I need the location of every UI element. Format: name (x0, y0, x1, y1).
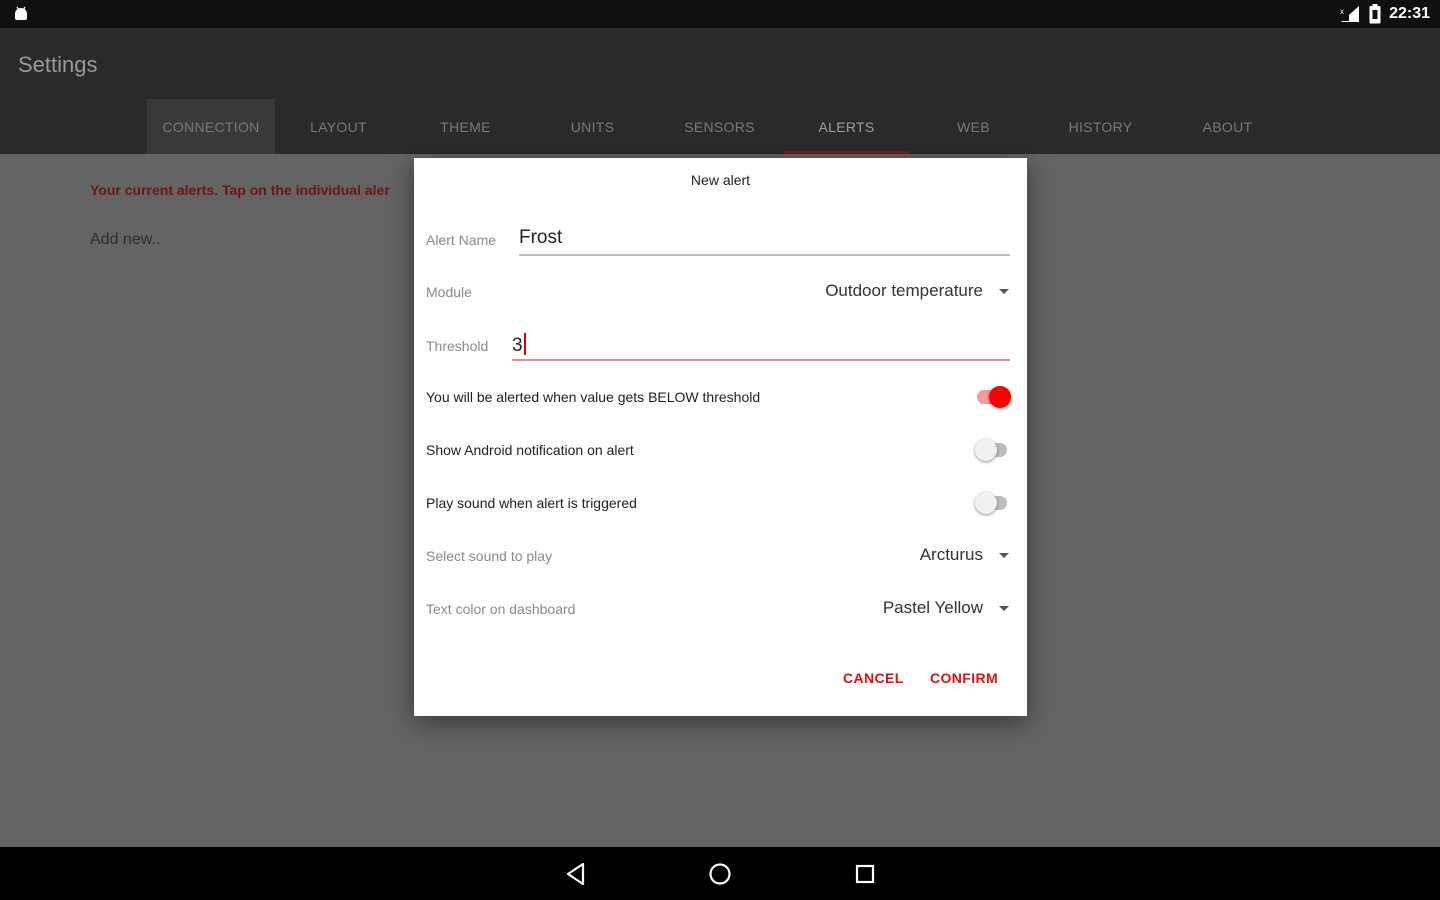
sound-value: Arcturus (919, 545, 983, 564)
text-cursor (523, 333, 526, 355)
android-icon (15, 6, 27, 20)
tab-connection[interactable]: CONNECTION (147, 99, 275, 154)
text-color-select[interactable]: Pastel Yellow (883, 598, 1009, 618)
signal-icon: x (1340, 6, 1360, 22)
tab-alerts[interactable]: ALERTS (783, 99, 910, 154)
new-alert-dialog: New alert Alert Name Frost Module Outdoo… (414, 158, 1027, 716)
text-color-value: Pastel Yellow (882, 598, 983, 617)
tab-about[interactable]: ABOUT (1164, 99, 1291, 154)
app-bar: Settings CONNECTION LAYOUT THEME UNITS S… (0, 28, 1440, 154)
battery-icon (1369, 4, 1381, 24)
select-sound-label: Select sound to play (426, 548, 553, 564)
module-select[interactable]: Outdoor temperature (825, 281, 1009, 301)
module-label: Module (426, 284, 472, 300)
below-threshold-switch[interactable] (975, 385, 1011, 409)
below-threshold-label: You will be alerted when value gets BELO… (426, 389, 761, 405)
tab-history[interactable]: HISTORY (1037, 99, 1164, 154)
navigation-bar (0, 847, 1440, 900)
tab-bar: CONNECTION LAYOUT THEME UNITS SENSORS AL… (147, 99, 1291, 154)
chevron-down-icon (999, 552, 1009, 558)
svg-text:x: x (1340, 7, 1344, 16)
threshold-input[interactable]: 3 (512, 333, 526, 357)
alerts-hint-text: Your current alerts. Tap on the individu… (90, 182, 390, 198)
text-color-label: Text color on dashboard (426, 601, 576, 617)
module-value: Outdoor temperature (825, 281, 983, 300)
notification-switch[interactable] (975, 438, 1011, 462)
threshold-label: Threshold (426, 338, 489, 354)
add-new-link[interactable]: Add new.. (90, 231, 160, 249)
dialog-title: New alert (690, 172, 751, 188)
tab-web[interactable]: WEB (910, 99, 1037, 154)
chevron-down-icon (999, 288, 1009, 294)
switch-thumb (975, 492, 997, 514)
alert-name-label: Alert Name (426, 232, 497, 248)
switch-thumb (989, 386, 1011, 408)
home-icon[interactable] (707, 861, 733, 887)
tab-units[interactable]: UNITS (529, 99, 656, 154)
alert-name-underline (519, 254, 1010, 256)
recents-icon[interactable] (852, 861, 878, 887)
clock: 22:31 (1389, 5, 1430, 22)
alert-name-input[interactable]: Frost (519, 227, 562, 249)
threshold-underline (512, 359, 1010, 361)
chevron-down-icon (999, 605, 1009, 611)
tab-sensors[interactable]: SENSORS (656, 99, 783, 154)
switch-thumb (975, 439, 997, 461)
page-title: Settings (18, 52, 98, 77)
tab-theme[interactable]: THEME (402, 99, 529, 154)
play-sound-switch[interactable] (975, 491, 1011, 515)
cancel-button[interactable]: CANCEL (843, 670, 904, 686)
sound-select[interactable]: Arcturus (920, 545, 1009, 565)
back-icon[interactable] (563, 861, 589, 887)
tab-layout[interactable]: LAYOUT (275, 99, 402, 154)
confirm-button[interactable]: CONFIRM (930, 670, 998, 686)
status-bar: x 22:31 (0, 0, 1440, 28)
threshold-value: 3 (512, 335, 523, 356)
play-sound-label: Play sound when alert is triggered (426, 495, 637, 511)
notification-label: Show Android notification on alert (426, 442, 634, 458)
